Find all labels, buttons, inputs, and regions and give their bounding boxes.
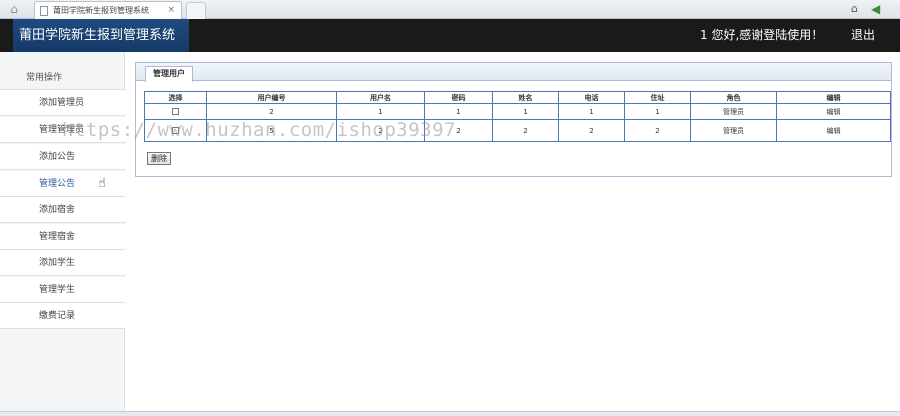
select-cell [144, 103, 207, 120]
sidebar-item-manage-student[interactable]: 管理学生 [0, 277, 125, 303]
column-header: 角色 [690, 91, 777, 104]
sidebar-item-add-dorm[interactable]: 添加宿舍 [0, 197, 125, 223]
row-checkbox[interactable] [172, 127, 179, 134]
username-cell: 1 [336, 103, 425, 120]
sidebar-item-manage-admin[interactable]: 管理管理员 [0, 117, 125, 143]
app-header: 莆田学院新生报到管理系统 1 您好,感谢登陆使用！ 退出 [0, 19, 900, 52]
column-header: 住址 [624, 91, 691, 104]
address-cell: 2 [624, 119, 691, 142]
logout-link[interactable]: 退出 [851, 19, 875, 52]
user-id-cell: 5 [206, 119, 337, 142]
password-cell: 1 [424, 103, 493, 120]
page-icon [40, 6, 48, 16]
lock-icon[interactable]: ⌂ [851, 2, 865, 16]
password-cell: 2 [424, 119, 493, 142]
browser-tab-bar: ⌂ 莆田学院新生报到管理系统 × ⌂ ◀ [0, 0, 900, 19]
column-header: 姓名 [492, 91, 559, 104]
sidebar-heading: 常用操作 [0, 66, 125, 90]
sidebar-item-manage-notice[interactable]: 管理公告 [0, 171, 125, 197]
back-arrow-icon[interactable]: ◀ [871, 2, 887, 16]
user-id-cell: 2 [206, 103, 337, 120]
edit-link[interactable]: 编辑 [776, 119, 891, 142]
system-title: 莆田学院新生报到管理系统 [13, 19, 189, 52]
sidebar-item-payment-records[interactable]: 缴费记录 [0, 303, 125, 329]
address-cell: 1 [624, 103, 691, 120]
column-header: 选择 [144, 91, 207, 104]
users-table: 选择 用户编号 用户名 密码 姓名 电话 住址 角色 编辑 2 1 1 1 1 … [144, 91, 891, 142]
phone-cell: 2 [558, 119, 625, 142]
sidebar-item-add-student[interactable]: 添加学生 [0, 250, 125, 276]
sidebar: 常用操作 添加管理员 管理管理员 添加公告 管理公告 添加宿舍 管理宿舍 添加学… [0, 52, 125, 412]
column-header: 编辑 [776, 91, 891, 104]
phone-cell: 1 [558, 103, 625, 120]
browser-status-bar [0, 411, 900, 416]
home-icon[interactable]: ⌂ [6, 2, 22, 16]
welcome-text: 1 您好,感谢登陆使用！ [700, 28, 824, 42]
edit-link[interactable]: 编辑 [776, 103, 891, 120]
table-row: 2 1 1 1 1 1 管理员 编辑 [144, 103, 891, 120]
username-cell: 2 [336, 119, 425, 142]
column-header: 电话 [558, 91, 625, 104]
select-cell [144, 119, 207, 142]
role-cell: 管理员 [690, 103, 777, 120]
tab-manage-users[interactable]: 管理用户 [145, 66, 193, 82]
sidebar-item-add-notice[interactable]: 添加公告 [0, 144, 125, 170]
table-row: 5 2 2 2 2 2 管理员 编辑 [144, 119, 891, 142]
close-tab-icon[interactable]: × [167, 2, 175, 19]
table-header-row: 选择 用户编号 用户名 密码 姓名 电话 住址 角色 编辑 [144, 91, 891, 104]
column-header: 密码 [424, 91, 493, 104]
row-checkbox[interactable] [172, 108, 179, 115]
browser-tab[interactable]: 莆田学院新生报到管理系统 × [34, 1, 182, 19]
new-tab-button[interactable] [186, 2, 206, 19]
panel-header: 管理用户 [136, 63, 891, 82]
name-cell: 1 [492, 103, 559, 120]
sidebar-item-manage-dorm[interactable]: 管理宿舍 [0, 224, 125, 250]
column-header: 用户编号 [206, 91, 337, 104]
delete-button[interactable]: 删除 [147, 152, 171, 165]
name-cell: 2 [492, 119, 559, 142]
browser-tab-title: 莆田学院新生报到管理系统 [53, 6, 149, 15]
sidebar-item-add-admin[interactable]: 添加管理员 [0, 90, 125, 116]
hand-cursor-icon: ☝ [98, 176, 106, 191]
column-header: 用户名 [336, 91, 425, 104]
role-cell: 管理员 [690, 119, 777, 142]
manage-users-panel: 管理用户 选择 用户编号 用户名 密码 姓名 电话 住址 角色 编辑 2 1 1… [135, 62, 892, 177]
